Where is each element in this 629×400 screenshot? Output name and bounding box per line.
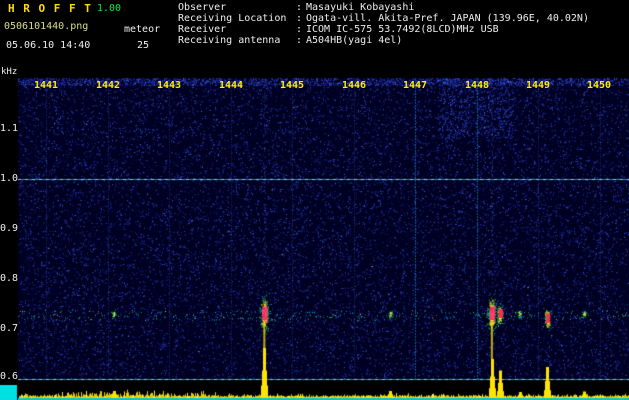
info-row-observer: Observer : Masayuki Kobayashi <box>178 3 414 13</box>
info-row-antenna: Receiving antenna : A504HB(yagi 4el) <box>178 36 402 46</box>
time-tick: 1446 <box>341 80 367 91</box>
info-value: A504HB(yagi 4el) <box>306 35 403 46</box>
info-value: ICOM IC-575 53.7492(8LCD)MHz USB <box>306 24 499 35</box>
freq-tick: 0.7 <box>0 323 19 334</box>
echo-count: 25 <box>137 40 150 51</box>
freq-tick: 0.8 <box>0 273 19 284</box>
time-tick: 1449 <box>525 80 551 91</box>
info-colon: : <box>296 13 303 24</box>
mode-label: meteor <box>124 24 161 35</box>
time-tick: 1444 <box>218 80 244 91</box>
app-version: 1.00 <box>97 3 122 14</box>
freq-tick: 1.0 <box>0 173 19 184</box>
info-row-receiver: Receiver : ICOM IC-575 53.7492(8LCD)MHz … <box>178 25 499 35</box>
freq-tick: 0.9 <box>0 223 19 234</box>
freq-axis-unit: kHz <box>1 67 18 77</box>
time-tick: 1442 <box>95 80 121 91</box>
freq-tick: 1.1 <box>0 123 19 134</box>
info-colon: : <box>296 24 303 35</box>
time-tick: 1441 <box>33 80 59 91</box>
info-colon: : <box>296 35 303 46</box>
info-label: Observer <box>178 2 227 13</box>
app-title: H R O F F T <box>8 2 92 15</box>
info-label: Receiving Location <box>178 13 287 24</box>
hrofft-screenshot: H R O F F T 1.00 0506101440.png meteor 0… <box>0 0 629 400</box>
time-tick: 1447 <box>402 80 428 91</box>
freq-tick: 0.6 <box>0 371 19 382</box>
output-filename: 0506101440.png <box>4 21 89 32</box>
time-tick: 1445 <box>279 80 305 91</box>
time-tick: 1448 <box>464 80 490 91</box>
info-label: Receiver <box>178 24 227 35</box>
info-value: Ogata-vill. Akita-Pref. JAPAN (139.96E, … <box>306 13 589 24</box>
time-tick: 1450 <box>586 80 612 91</box>
spectrogram-canvas <box>0 0 629 400</box>
info-value: Masayuki Kobayashi <box>306 2 415 13</box>
timestamp: 05.06.10 14:40 <box>6 40 91 51</box>
info-label: Receiving antenna <box>178 35 281 46</box>
info-colon: : <box>296 2 303 13</box>
time-tick: 1443 <box>156 80 182 91</box>
info-row-location: Receiving Location : Ogata-vill. Akita-P… <box>178 14 589 24</box>
